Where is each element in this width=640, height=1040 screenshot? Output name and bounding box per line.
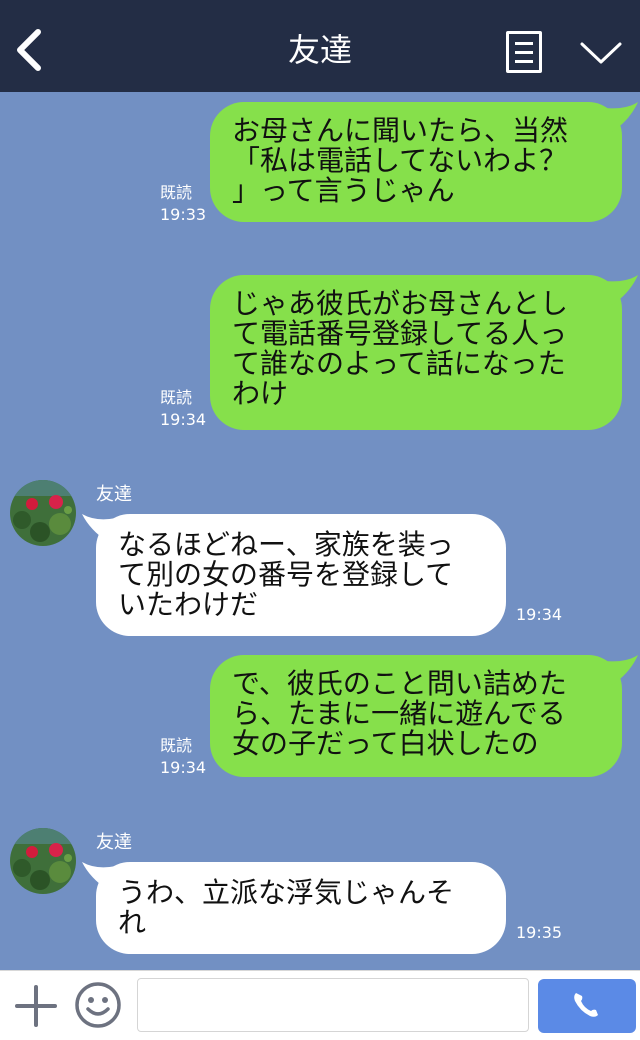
contact-avatar[interactable] (10, 480, 76, 546)
message-line: お母さんに聞いたら、当然 (232, 114, 569, 147)
message-line: て別の女の番号を登録して (118, 558, 454, 591)
message-line: れ (118, 906, 147, 939)
message-bubble-outgoing[interactable]: お母さんに聞いたら、当然 「私は電話してないわよ？ 」って言うじゃん (210, 102, 622, 222)
message-line: 女の子だって白状したの (232, 727, 539, 760)
chat-header: 友達 (0, 0, 640, 92)
read-receipt: 既読 (160, 183, 193, 202)
message-time: 19:34 (516, 605, 563, 624)
message-line: ら、たまに一緒に遊んでる (232, 697, 566, 730)
message-line: いたわけだ (118, 588, 259, 621)
bubble-tail (604, 275, 638, 305)
message-line: なるほどねー、家族を装っ (118, 528, 454, 561)
message-line: 」って言うじゃん (232, 174, 455, 207)
message-time: 19:33 (160, 205, 207, 224)
emoji-icon[interactable] (74, 981, 122, 1029)
message-time: 19:34 (160, 410, 207, 429)
message-time: 19:34 (160, 758, 207, 777)
read-receipt: 既読 (160, 388, 193, 407)
message-input[interactable] (137, 978, 529, 1032)
read-receipt: 既読 (160, 736, 193, 755)
chat-title: 友達 (287, 31, 352, 69)
message-bubble-outgoing[interactable]: じゃあ彼氏がお母さんとし て電話番号登録してる人っ て誰なのよって話になった わ… (210, 275, 622, 430)
contact-avatar[interactable] (10, 828, 76, 894)
flower-avatar-icon (10, 828, 76, 894)
bubble-tail (604, 102, 638, 132)
flower-avatar-icon (10, 480, 76, 546)
message-time: 19:35 (516, 923, 563, 942)
chevron-down-icon[interactable] (579, 36, 623, 68)
bubble-tail (604, 655, 638, 685)
message-line: うわ、立派な浮気じゃんそ (118, 876, 455, 909)
sender-name: 友達 (96, 832, 132, 853)
message-bubble-incoming[interactable]: うわ、立派な浮気じゃんそ れ (96, 862, 506, 954)
message-line: 「私は電話してないわよ？ (232, 144, 568, 177)
sender-name: 友達 (96, 484, 132, 505)
message-composer (0, 970, 640, 1040)
message-bubble-outgoing[interactable]: で、彼氏のこと問い詰めた ら、たまに一緒に遊んでる 女の子だって白状したの (210, 655, 622, 777)
message-line: で、彼氏のこと問い詰めた (232, 667, 567, 700)
message-line: て電話番号登録してる人っ (232, 317, 568, 350)
call-button[interactable] (538, 979, 636, 1033)
message-line: て誰なのよって話になった (232, 347, 566, 380)
message-bubble-incoming[interactable]: なるほどねー、家族を装っ て別の女の番号を登録して いたわけだ (96, 514, 506, 636)
message-line: わけ (232, 377, 289, 410)
phone-icon (574, 993, 598, 1017)
plus-icon[interactable] (14, 984, 58, 1028)
message-list[interactable]: お母さんに聞いたら、当然 「私は電話してないわよ？ 」って言うじゃん 既読 19… (0, 92, 640, 970)
message-line: じゃあ彼氏がお母さんとし (232, 287, 569, 320)
menu-icon[interactable] (506, 31, 542, 73)
